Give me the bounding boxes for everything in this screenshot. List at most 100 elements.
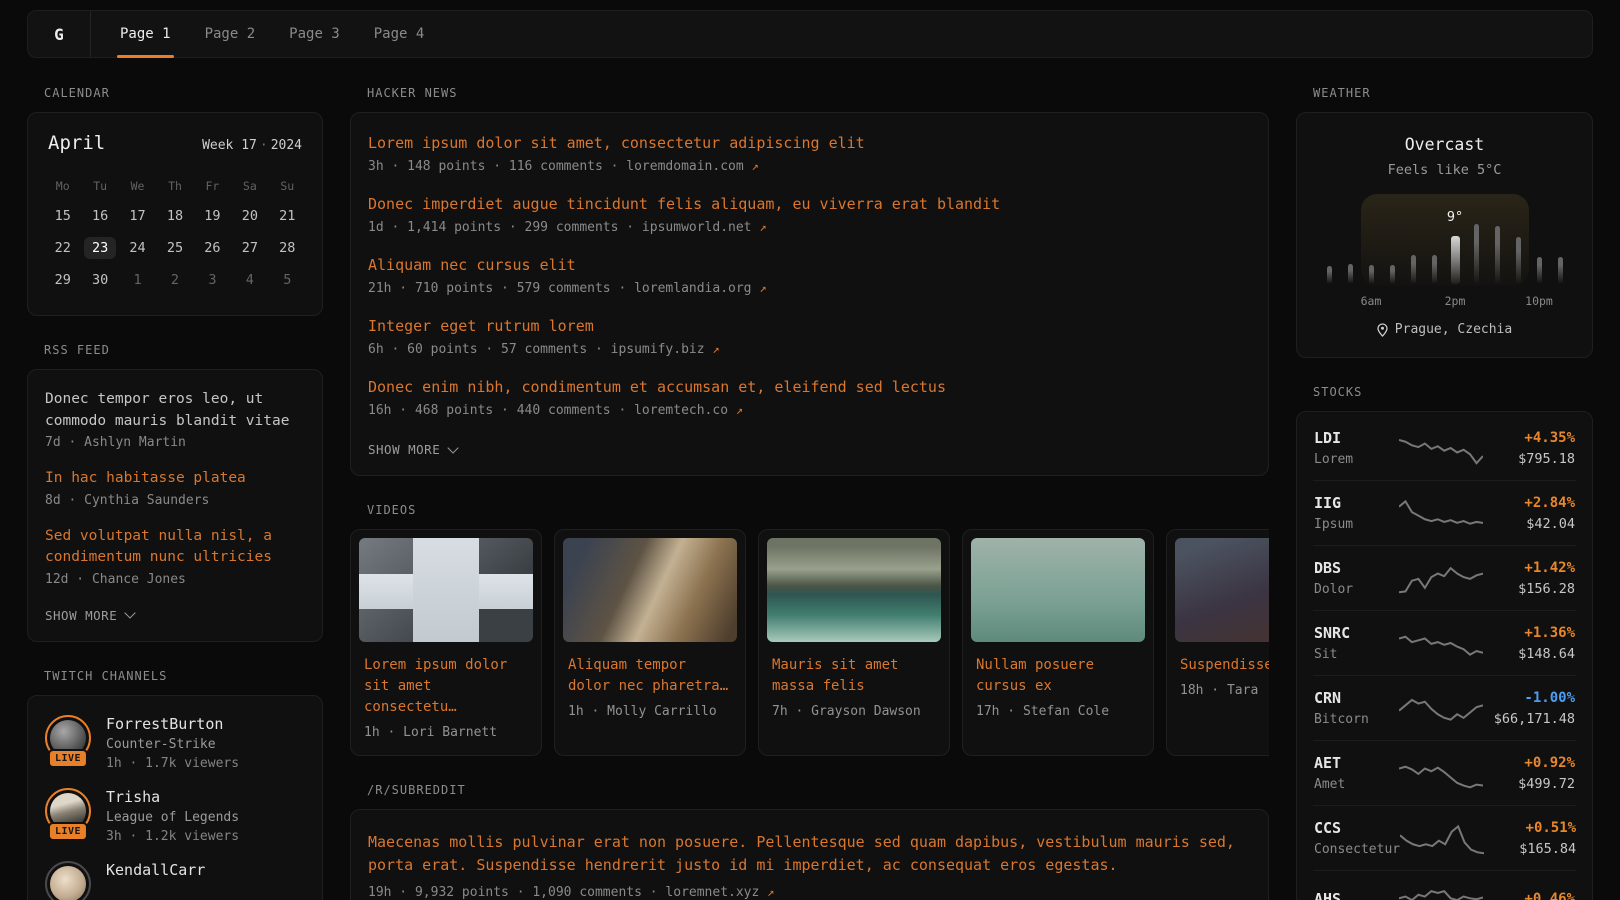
- hackernews-item-title[interactable]: Aliquam nec cursus elit: [368, 256, 1251, 274]
- stock-id: AHS: [1314, 890, 1399, 900]
- calendar-day[interactable]: 19: [194, 201, 231, 231]
- calendar-day[interactable]: 17: [119, 201, 156, 231]
- stock-sparkline: [1399, 691, 1483, 725]
- hackernews-item-title[interactable]: Donec enim nibh, condimentum et accumsan…: [368, 378, 1251, 396]
- rss-item-title[interactable]: Donec tempor eros leo, ut commodo mauris…: [45, 389, 305, 432]
- page-tab[interactable]: Page 3: [272, 11, 357, 57]
- twitch-channel-name[interactable]: KendallCarr: [106, 861, 205, 879]
- rss-item[interactable]: In hac habitasse platea 8d · Cynthia Sau…: [45, 468, 305, 508]
- twitch-channel-item[interactable]: LIVE Trisha League of Legends 3h · 1.2k …: [45, 788, 305, 844]
- hackernews-show-more-button[interactable]: SHOW MORE: [368, 442, 457, 457]
- calendar-day[interactable]: 28: [269, 233, 306, 263]
- calendar-day[interactable]: 23: [81, 233, 118, 263]
- stock-row[interactable]: LDI Lorem +4.35% $795.18: [1313, 416, 1576, 480]
- video-title[interactable]: Aliquam tempor dolor nec pharetra…: [568, 655, 732, 697]
- twitch-channel-name[interactable]: Trisha: [106, 788, 239, 806]
- app-logo[interactable]: G: [28, 11, 91, 57]
- calendar-day[interactable]: 29: [44, 265, 81, 295]
- calendar-day[interactable]: 21: [269, 201, 306, 231]
- video-title[interactable]: Mauris sit amet massa felis: [772, 655, 936, 697]
- weather-hour-label: 2pm: [1445, 294, 1466, 308]
- calendar-day[interactable]: 24: [119, 233, 156, 263]
- calendar-day[interactable]: 18: [156, 201, 193, 231]
- subreddit-post[interactable]: Maecenas mollis pulvinar erat non posuer…: [368, 831, 1251, 900]
- video-card[interactable]: Aliquam tempor dolor nec pharetra… 1h · …: [554, 529, 746, 756]
- stock-ticker: IIG: [1314, 494, 1399, 512]
- stock-change: +1.42%: [1483, 560, 1575, 576]
- page-tab[interactable]: Page 4: [357, 11, 442, 57]
- page-tab[interactable]: Page 2: [188, 11, 273, 57]
- calendar-day[interactable]: 26: [194, 233, 231, 263]
- stock-row[interactable]: AHS +0.46%: [1313, 870, 1576, 900]
- rss-list: Donec tempor eros leo, ut commodo mauris…: [45, 389, 305, 587]
- calendar-day[interactable]: 16: [81, 201, 118, 231]
- weather-hour-slot: [1340, 210, 1361, 284]
- stock-row[interactable]: AET Amet +0.92% $499.72: [1313, 740, 1576, 805]
- weather-bar: [1537, 257, 1542, 284]
- stock-id: IIG Ipsum: [1314, 494, 1399, 532]
- hackernews-item[interactable]: Donec enim nibh, condimentum et accumsan…: [368, 378, 1251, 418]
- twitch-channel-name[interactable]: ForrestBurton: [106, 715, 239, 733]
- calendar-day[interactable]: 2: [156, 265, 193, 295]
- twitch-channel-meta: 3h · 1.2k viewers: [106, 829, 239, 844]
- hackernews-item[interactable]: Aliquam nec cursus elit 21h · 710 points…: [368, 256, 1251, 296]
- stock-row[interactable]: DBS Dolor +1.42% $156.28: [1313, 545, 1576, 610]
- stock-row[interactable]: CCS Consectetur +0.51% $165.84: [1313, 805, 1576, 870]
- subreddit-post-title[interactable]: Maecenas mollis pulvinar erat non posuer…: [368, 831, 1251, 877]
- twitch-section: TWITCH CHANNELS LIVE ForrestBurton Count…: [27, 669, 323, 900]
- video-card[interactable]: Lorem ipsum dolor sit amet consectetu… 1…: [350, 529, 542, 756]
- rss-item-title[interactable]: In hac habitasse platea: [45, 468, 305, 490]
- external-link-icon[interactable]: ↗: [736, 403, 743, 417]
- video-thumbnail[interactable]: [971, 538, 1145, 642]
- calendar-day[interactable]: 1: [119, 265, 156, 295]
- hackernews-item-title[interactable]: Integer eget rutrum lorem: [368, 317, 1251, 335]
- hackernews-item-title[interactable]: Donec imperdiet augue tincidunt felis al…: [368, 195, 1251, 213]
- calendar-day[interactable]: 4: [231, 265, 268, 295]
- rss-item[interactable]: Donec tempor eros leo, ut commodo mauris…: [45, 389, 305, 450]
- video-title[interactable]: Lorem ipsum dolor sit amet consectetu…: [364, 655, 528, 718]
- stock-price: $66,171.48: [1483, 711, 1575, 727]
- external-link-icon[interactable]: ↗: [752, 159, 759, 173]
- video-title[interactable]: Suspendisse diam: [1180, 655, 1269, 676]
- weather-bar: [1495, 226, 1500, 284]
- calendar-day[interactable]: 5: [269, 265, 306, 295]
- calendar-day[interactable]: 20: [231, 201, 268, 231]
- video-thumbnail[interactable]: [359, 538, 533, 642]
- external-link-icon[interactable]: ↗: [759, 281, 766, 295]
- stocks-heading: STOCKS: [1313, 385, 1593, 399]
- page-tab[interactable]: Page 1: [103, 11, 188, 57]
- stock-row[interactable]: IIG Ipsum +2.84% $42.04: [1313, 480, 1576, 545]
- hackernews-item[interactable]: Lorem ipsum dolor sit amet, consectetur …: [368, 134, 1251, 174]
- weather-hour-slot: [1403, 210, 1424, 284]
- video-card[interactable]: Nullam posuere cursus ex 17h · Stefan Co…: [962, 529, 1154, 756]
- rss-item-title[interactable]: Sed volutpat nulla nisl, a condimentum n…: [45, 526, 305, 569]
- hackernews-item[interactable]: Donec imperdiet augue tincidunt felis al…: [368, 195, 1251, 235]
- stock-row[interactable]: CRN Bitcorn -1.00% $66,171.48: [1313, 675, 1576, 740]
- weather-location-label: Prague, Czechia: [1395, 322, 1512, 337]
- video-thumbnail[interactable]: [1175, 538, 1269, 642]
- calendar-day[interactable]: 15: [44, 201, 81, 231]
- hackernews-item[interactable]: Integer eget rutrum lorem 6h · 60 points…: [368, 317, 1251, 357]
- rss-item[interactable]: Sed volutpat nulla nisl, a condimentum n…: [45, 526, 305, 587]
- video-thumbnail[interactable]: [767, 538, 941, 642]
- video-card[interactable]: Suspendisse diam 18h · Tara: [1166, 529, 1269, 756]
- external-link-icon[interactable]: ↗: [759, 220, 766, 234]
- weather-bar: [1348, 264, 1353, 284]
- hackernews-item-title[interactable]: Lorem ipsum dolor sit amet, consectetur …: [368, 134, 1251, 152]
- calendar-day[interactable]: 27: [231, 233, 268, 263]
- rss-show-more-button[interactable]: SHOW MORE: [45, 608, 134, 623]
- calendar-day[interactable]: 22: [44, 233, 81, 263]
- calendar-day[interactable]: 30: [81, 265, 118, 295]
- twitch-channel-item[interactable]: KendallCarr: [45, 861, 305, 900]
- stock-ticker: AET: [1314, 754, 1399, 772]
- calendar-day[interactable]: 3: [194, 265, 231, 295]
- stock-row[interactable]: SNRC Sit +1.36% $148.64: [1313, 610, 1576, 675]
- twitch-channel-item[interactable]: LIVE ForrestBurton Counter-Strike 1h · 1…: [45, 715, 305, 771]
- external-link-icon[interactable]: ↗: [767, 885, 774, 899]
- external-link-icon[interactable]: ↗: [712, 342, 719, 356]
- video-title[interactable]: Nullam posuere cursus ex: [976, 655, 1140, 697]
- video-card[interactable]: Mauris sit amet massa felis 7h · Grayson…: [758, 529, 950, 756]
- calendar-day[interactable]: 25: [156, 233, 193, 263]
- calendar-weekday-label: We: [119, 179, 156, 193]
- video-thumbnail[interactable]: [563, 538, 737, 642]
